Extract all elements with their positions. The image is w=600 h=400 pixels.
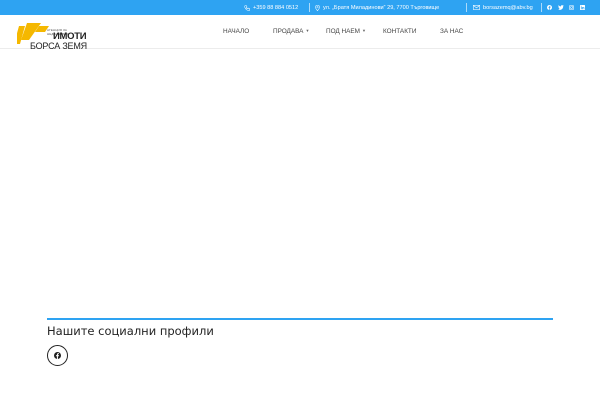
facebook-profile-button[interactable] bbox=[47, 345, 68, 366]
location-pin-icon bbox=[315, 4, 320, 11]
topbar-social-links bbox=[547, 0, 591, 15]
nav-label: ЗА НАС bbox=[440, 28, 464, 35]
section-title: Нашите социални профили bbox=[47, 324, 214, 338]
address-text: ул. „Братя Миладинови“ 29, 7700 Търговищ… bbox=[323, 4, 440, 11]
social-profiles-section: Нашите социални профили bbox=[47, 318, 553, 366]
phone-icon bbox=[244, 4, 250, 11]
nav-label: КОНТАКТИ bbox=[383, 28, 417, 35]
caret-down-icon: ▼ bbox=[305, 28, 310, 33]
twitter-icon[interactable] bbox=[558, 5, 564, 10]
main-navigation: НАЧАЛО ПРОДАВА ▼ ПОД НАЕМ ▼ КОНТАКТИ ЗА НА… bbox=[0, 15, 600, 49]
nav-item-contacts[interactable]: КОНТАКТИ bbox=[383, 28, 416, 35]
phone-text: +359 88 884 0512 bbox=[253, 4, 299, 11]
nav-label: ПРОДАВА bbox=[273, 28, 304, 35]
nav-item-about[interactable]: ЗА НАС bbox=[440, 28, 463, 35]
nav-item-home[interactable]: НАЧАЛО bbox=[223, 28, 249, 35]
nav-item-for-rent[interactable]: ПОД НАЕМ ▼ bbox=[326, 28, 366, 35]
address-contact[interactable]: ул. „Братя Миладинови“ 29, 7700 Търговищ… bbox=[315, 0, 439, 15]
instagram-icon[interactable] bbox=[569, 5, 574, 10]
facebook-icon bbox=[54, 352, 61, 359]
nav-label: ПОД НАЕМ bbox=[326, 28, 360, 35]
section-divider bbox=[47, 318, 553, 320]
phone-contact[interactable]: +359 88 884 0512 bbox=[244, 0, 298, 15]
divider bbox=[466, 3, 467, 12]
divider bbox=[541, 3, 542, 12]
envelope-icon bbox=[473, 5, 480, 10]
email-text: borsazemq@abv.bg bbox=[483, 4, 533, 11]
divider bbox=[309, 3, 310, 12]
top-info-bar: +359 88 884 0512 ул. „Братя Миладинови“ … bbox=[0, 0, 600, 15]
email-contact[interactable]: borsazemq@abv.bg bbox=[473, 0, 533, 15]
caret-down-icon: ▼ bbox=[362, 28, 366, 33]
nav-label: НАЧАЛО bbox=[223, 28, 250, 35]
linkedin-icon[interactable] bbox=[580, 5, 585, 10]
facebook-icon[interactable] bbox=[547, 5, 552, 10]
nav-item-for-sale[interactable]: ПРОДАВА ▼ bbox=[273, 28, 309, 35]
